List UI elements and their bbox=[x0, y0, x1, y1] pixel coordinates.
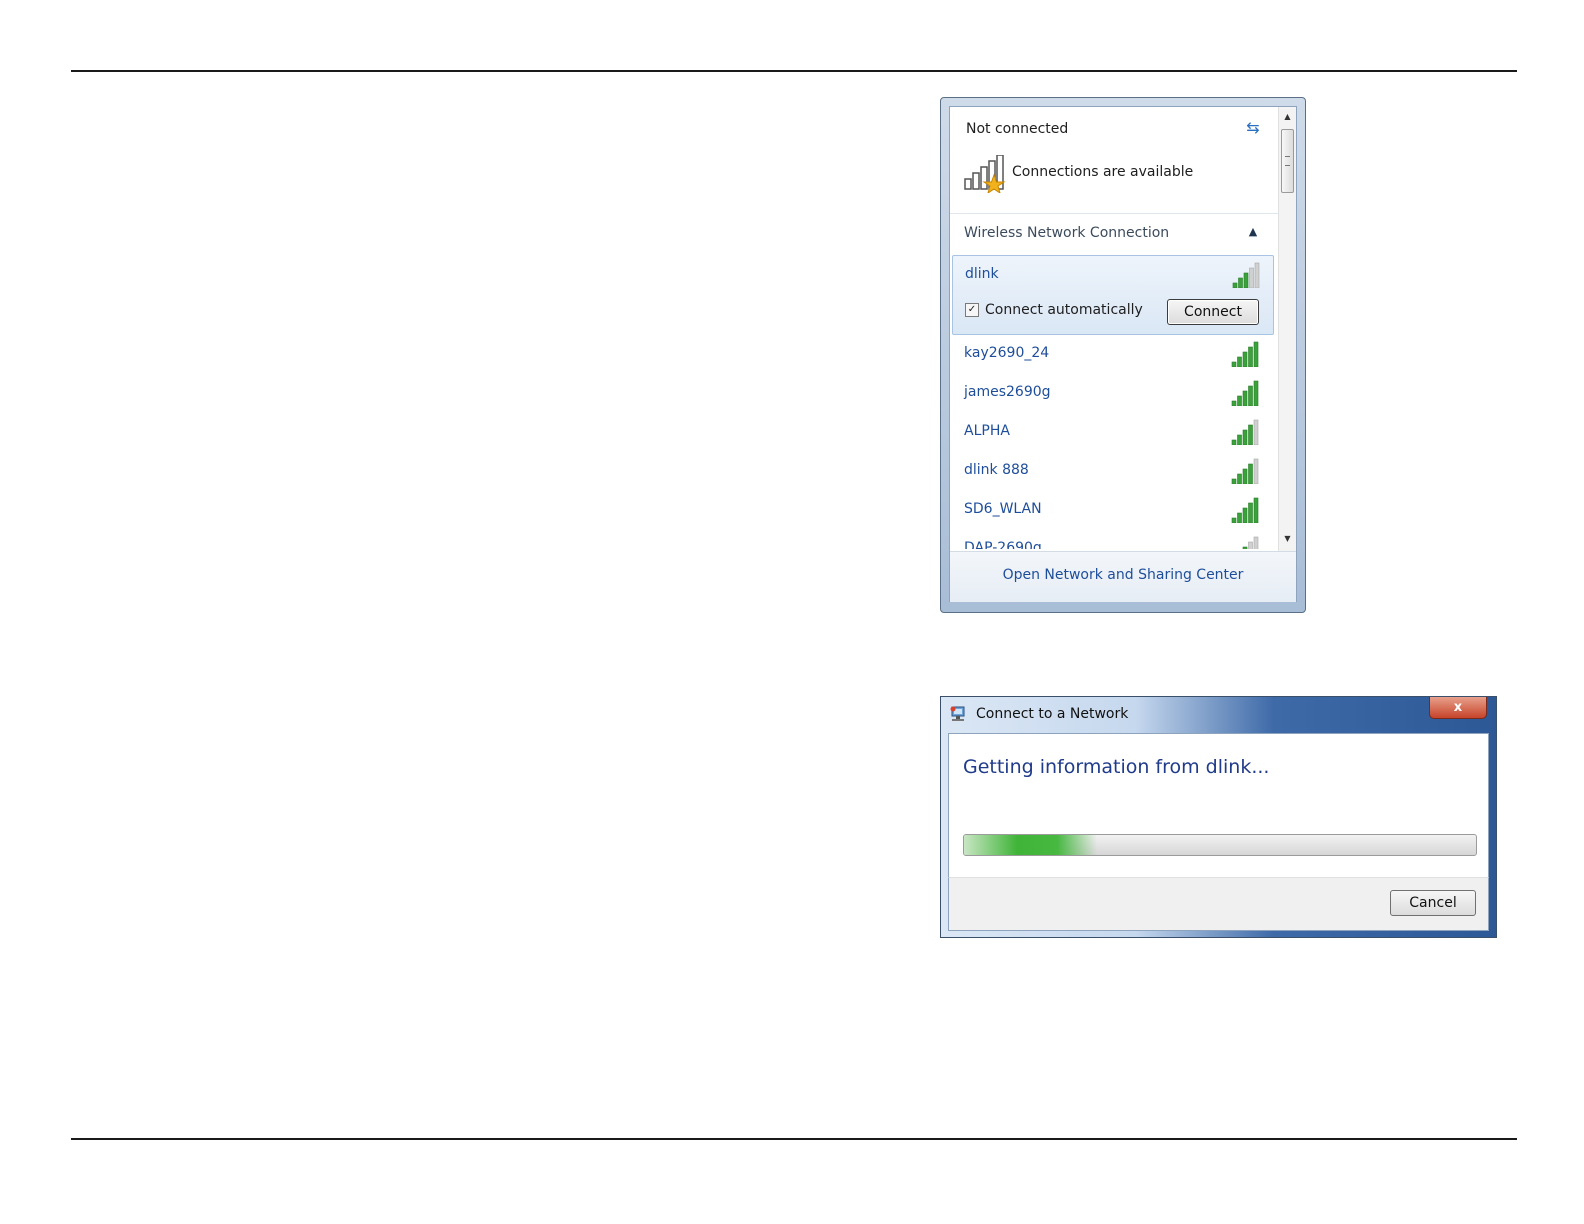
signal-bar bbox=[1253, 341, 1259, 367]
signal-bar bbox=[1231, 478, 1237, 484]
signal-bar bbox=[1248, 424, 1253, 445]
signal-bar bbox=[1248, 502, 1253, 523]
scrollbar[interactable]: ▲ ▼ bbox=[1278, 107, 1296, 551]
network-flyout: Not connected ⇆ Connections are availabl… bbox=[940, 97, 1306, 613]
signal-bar bbox=[1237, 434, 1242, 445]
signal-strength-icon bbox=[1231, 497, 1259, 523]
signal-bar bbox=[1237, 473, 1242, 484]
network-name: james2690g bbox=[964, 384, 1051, 400]
signal-bar bbox=[1253, 380, 1259, 406]
flyout-footer: Open Network and Sharing Center bbox=[950, 551, 1296, 602]
network-item[interactable]: dlink 888 bbox=[950, 454, 1278, 490]
network-name: kay2690_24 bbox=[964, 345, 1050, 361]
signal-bar bbox=[1253, 536, 1259, 549]
network-item[interactable]: kay2690_24 bbox=[950, 337, 1278, 373]
connect-automatically-label: Connect automatically bbox=[985, 302, 1143, 318]
signal-bar bbox=[1237, 512, 1242, 523]
selected-network-name: dlink bbox=[965, 266, 999, 282]
signal-strength-icon bbox=[1232, 262, 1260, 288]
signal-bar bbox=[1248, 385, 1253, 406]
cancel-button[interactable]: Cancel bbox=[1390, 890, 1476, 916]
network-item[interactable]: ALPHA bbox=[950, 415, 1278, 451]
dialog-footer: Cancel bbox=[948, 877, 1489, 931]
close-icon[interactable]: x bbox=[1429, 697, 1487, 719]
scroll-down-icon[interactable]: ▼ bbox=[1279, 531, 1296, 547]
signal-bar bbox=[1231, 517, 1237, 523]
signal-strength-icon bbox=[1231, 458, 1259, 484]
flyout-header: Not connected ⇆ Connections are availabl… bbox=[950, 107, 1278, 207]
signal-bar bbox=[1232, 282, 1238, 288]
signal-bar bbox=[1253, 458, 1259, 484]
signal-bar bbox=[1254, 262, 1260, 288]
dialog-body: Getting information from dlink... bbox=[948, 733, 1489, 877]
signal-bar bbox=[1253, 497, 1259, 523]
scroll-grip bbox=[1285, 156, 1290, 166]
signal-bar bbox=[1237, 356, 1242, 367]
signal-bar bbox=[1249, 267, 1254, 288]
scroll-up-icon[interactable]: ▲ bbox=[1279, 109, 1296, 125]
signal-bar bbox=[1242, 429, 1248, 445]
network-item[interactable]: DAP-2690g bbox=[950, 532, 1278, 549]
connection-status: Not connected bbox=[966, 121, 1069, 137]
signal-strength-icon bbox=[1231, 341, 1259, 367]
signal-bar bbox=[1231, 361, 1237, 367]
progress-bar bbox=[963, 834, 1477, 856]
dialog-heading: Getting information from dlink... bbox=[963, 756, 1270, 778]
bottom-rule bbox=[71, 1138, 1517, 1140]
signal-strength-icon bbox=[1231, 419, 1259, 445]
signal-bar bbox=[1248, 346, 1253, 367]
connections-available-text: Connections are available bbox=[1012, 164, 1194, 180]
connect-button[interactable]: Connect bbox=[1167, 299, 1259, 325]
section-label: Wireless Network Connection bbox=[964, 225, 1170, 241]
refresh-icon[interactable]: ⇆ bbox=[1242, 117, 1264, 139]
network-item[interactable]: SD6_WLAN bbox=[950, 493, 1278, 529]
network-name: DAP-2690g bbox=[964, 540, 1042, 549]
network-list: kay2690_24 james2690g ALPHA dlink 888 SD6_WL… bbox=[950, 337, 1278, 549]
signal-bar bbox=[1242, 507, 1248, 523]
signal-bar bbox=[1242, 390, 1248, 406]
signal-bar bbox=[1237, 395, 1242, 406]
network-available-icon bbox=[964, 155, 1006, 193]
section-header[interactable]: Wireless Network Connection ▲ bbox=[950, 215, 1278, 251]
signal-strength-icon bbox=[1231, 380, 1259, 406]
progress-fill bbox=[964, 835, 1098, 855]
scroll-thumb[interactable] bbox=[1281, 129, 1294, 193]
signal-bar bbox=[1253, 419, 1259, 445]
connect-automatically-checkbox[interactable]: ✓ bbox=[965, 303, 979, 317]
signal-bar bbox=[1242, 546, 1248, 549]
network-name: SD6_WLAN bbox=[964, 501, 1042, 517]
network-dialog-icon bbox=[950, 706, 965, 721]
selected-network[interactable]: dlink ✓ Connect automatically Connect bbox=[952, 255, 1274, 335]
signal-bar bbox=[1248, 541, 1253, 549]
connect-dialog: Connect to a Network x Getting informati… bbox=[940, 696, 1497, 938]
chevron-up-icon[interactable]: ▲ bbox=[1246, 223, 1260, 241]
network-name: dlink 888 bbox=[964, 462, 1029, 478]
network-item[interactable]: james2690g bbox=[950, 376, 1278, 412]
connect-automatically-row[interactable]: ✓ Connect automatically bbox=[965, 302, 1143, 322]
signal-bar bbox=[1248, 463, 1253, 484]
header-divider bbox=[950, 213, 1278, 214]
signal-bar bbox=[1238, 277, 1243, 288]
flyout-panel: Not connected ⇆ Connections are availabl… bbox=[949, 106, 1297, 602]
signal-strength-icon bbox=[1242, 536, 1259, 549]
signal-bar bbox=[1242, 351, 1248, 367]
signal-bar bbox=[1242, 468, 1248, 484]
dialog-title: Connect to a Network bbox=[976, 706, 1129, 722]
signal-bar bbox=[1243, 272, 1249, 288]
network-name: ALPHA bbox=[964, 423, 1010, 439]
open-network-sharing-center-link[interactable]: Open Network and Sharing Center bbox=[950, 567, 1296, 583]
signal-bar bbox=[1231, 439, 1237, 445]
top-rule bbox=[71, 70, 1517, 72]
signal-bar bbox=[1231, 400, 1237, 406]
